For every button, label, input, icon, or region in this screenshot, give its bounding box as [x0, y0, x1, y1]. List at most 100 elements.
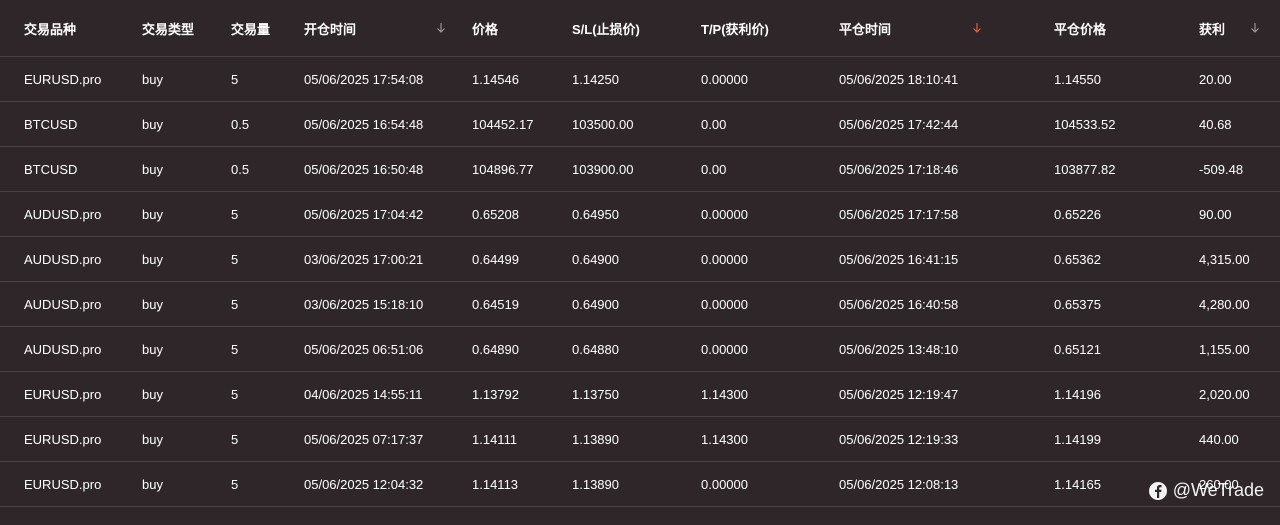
- cell-type: buy: [142, 296, 163, 312]
- cell-close-time: 05/06/2025 17:42:44: [839, 116, 959, 132]
- cell-stop-loss: 0.64900: [572, 251, 619, 267]
- cell-type: buy: [142, 476, 163, 492]
- table-header-row: 交易品种 交易类型 交易量 开仓时间 价格 S/L(止损价) T/P(获利价) …: [0, 0, 1280, 57]
- cell-close-price: 0.65362: [1054, 251, 1101, 267]
- table-row[interactable]: AUDUSD.pro buy 5 05/06/2025 17:04:42 0.65208…: [0, 192, 1280, 237]
- cell-type: buy: [142, 161, 163, 177]
- cell-volume: 0.5: [231, 116, 250, 132]
- cell-open-time: 05/06/2025 16:54:48: [304, 116, 424, 132]
- cell-type: buy: [142, 206, 163, 222]
- header-volume: 交易量: [231, 21, 271, 37]
- table-row[interactable]: AUDUSD.pro buy 5 03/06/2025 17:00:21 0.64499…: [0, 237, 1280, 282]
- table-row[interactable]: BTCUSD buy 0.5 05/06/2025 16:54:48 104452.17…: [0, 102, 1280, 147]
- table-row[interactable]: EURUSD.pro buy 5 04/06/2025 14:55:11 1.13792…: [0, 372, 1280, 417]
- table-row[interactable]: EURUSD.pro buy 5 05/06/2025 12:04:32 1.14113…: [0, 462, 1280, 507]
- cell-volume: 5: [231, 71, 239, 87]
- cell-stop-loss: 1.14250: [572, 71, 619, 87]
- cell-close-price: 0.65375: [1054, 296, 1101, 312]
- cell-open-time: 05/06/2025 17:04:42: [304, 206, 424, 222]
- cell-profit: 40.68: [1199, 116, 1232, 132]
- cell-close-time: 05/06/2025 16:41:15: [839, 251, 959, 267]
- cell-volume: 5: [231, 431, 239, 447]
- header-stop-loss: S/L(止损价): [572, 21, 640, 37]
- cell-type: buy: [142, 386, 163, 402]
- cell-profit: 4,315.00: [1199, 251, 1250, 267]
- header-profit[interactable]: 获利: [1199, 0, 1225, 56]
- cell-close-price: 1.14199: [1054, 431, 1101, 447]
- cell-take-profit: 0.00: [701, 116, 727, 132]
- cell-close-price: 1.14550: [1054, 71, 1101, 87]
- cell-stop-loss: 1.13750: [572, 386, 619, 402]
- table-row[interactable]: AUDUSD.pro buy 5 03/06/2025 15:18:10 0.64519…: [0, 282, 1280, 327]
- header-type: 交易类型: [142, 21, 195, 37]
- cell-symbol: EURUSD.pro: [24, 431, 102, 447]
- watermark-text: @WeTrade: [1172, 480, 1264, 500]
- cell-volume: 5: [231, 341, 239, 357]
- table-row[interactable]: BTCUSD buy 0.5 05/06/2025 16:50:48 104896.77…: [0, 147, 1280, 192]
- cell-price: 1.14546: [472, 71, 519, 87]
- cell-symbol: AUDUSD.pro: [24, 296, 102, 312]
- cell-take-profit: 0.00000: [701, 71, 748, 87]
- cell-symbol: AUDUSD.pro: [24, 341, 102, 357]
- sort-close-time-arrow-icon[interactable]: [972, 0, 982, 56]
- cell-stop-loss: 1.13890: [572, 476, 619, 492]
- header-close-time[interactable]: 平仓时间: [839, 0, 891, 56]
- cell-symbol: BTCUSD: [24, 116, 78, 132]
- cell-close-price: 0.65121: [1054, 341, 1101, 357]
- cell-close-price: 103877.82: [1054, 161, 1116, 177]
- cell-open-time: 05/06/2025 16:50:48: [304, 161, 424, 177]
- cell-type: buy: [142, 251, 163, 267]
- cell-close-price: 1.14165: [1054, 476, 1101, 492]
- cell-price: 0.65208: [472, 206, 519, 222]
- cell-volume: 5: [231, 206, 239, 222]
- cell-symbol: AUDUSD.pro: [24, 251, 102, 267]
- cell-open-time: 05/06/2025 17:54:08: [304, 71, 424, 87]
- cell-price: 104896.77: [472, 161, 534, 177]
- trade-history-table: 交易品种 交易类型 交易量 开仓时间 价格 S/L(止损价) T/P(获利价) …: [0, 0, 1280, 507]
- cell-stop-loss: 103500.00: [572, 116, 634, 132]
- cell-stop-loss: 0.64900: [572, 296, 619, 312]
- cell-take-profit: 0.00000: [701, 476, 748, 492]
- cell-price: 0.64499: [472, 251, 519, 267]
- cell-close-time: 05/06/2025 12:08:13: [839, 476, 959, 492]
- cell-open-time: 03/06/2025 15:18:10: [304, 296, 424, 312]
- table-row[interactable]: EURUSD.pro buy 5 05/06/2025 07:17:37 1.14111…: [0, 417, 1280, 462]
- header-open-time[interactable]: 开仓时间: [304, 0, 356, 56]
- cell-close-time: 05/06/2025 17:18:46: [839, 161, 959, 177]
- cell-profit: 4,280.00: [1199, 296, 1250, 312]
- cell-open-time: 03/06/2025 17:00:21: [304, 251, 424, 267]
- cell-type: buy: [142, 431, 163, 447]
- header-close-price: 平仓价格: [1054, 21, 1107, 37]
- sort-open-time-arrow-icon[interactable]: [436, 0, 446, 56]
- cell-close-price: 1.14196: [1054, 386, 1101, 402]
- cell-type: buy: [142, 71, 163, 87]
- cell-symbol: AUDUSD.pro: [24, 206, 102, 222]
- sort-profit-arrow-icon[interactable]: [1250, 0, 1260, 56]
- cell-volume: 5: [231, 251, 239, 267]
- cell-profit: 90.00: [1199, 206, 1232, 222]
- cell-open-time: 05/06/2025 12:04:32: [304, 476, 424, 492]
- cell-close-time: 05/06/2025 13:48:10: [839, 341, 959, 357]
- cell-volume: 5: [231, 386, 239, 402]
- cell-open-time: 04/06/2025 14:55:11: [304, 386, 423, 402]
- cell-profit: -509.48: [1199, 161, 1244, 177]
- cell-profit: 20.00: [1199, 71, 1232, 87]
- facebook-icon: [1148, 481, 1167, 500]
- header-take-profit: T/P(获利价): [701, 21, 769, 37]
- cell-take-profit: 0.00000: [701, 206, 748, 222]
- cell-close-time: 05/06/2025 16:40:58: [839, 296, 959, 312]
- cell-stop-loss: 0.64950: [572, 206, 619, 222]
- table-row[interactable]: AUDUSD.pro buy 5 05/06/2025 06:51:06 0.64890…: [0, 327, 1280, 372]
- table-row[interactable]: EURUSD.pro buy 5 05/06/2025 17:54:08 1.14546…: [0, 57, 1280, 102]
- cell-symbol: EURUSD.pro: [24, 476, 102, 492]
- cell-stop-loss: 103900.00: [572, 161, 634, 177]
- cell-symbol: BTCUSD: [24, 161, 78, 177]
- header-price: 价格: [472, 21, 499, 37]
- cell-stop-loss: 1.13890: [572, 431, 619, 447]
- cell-open-time: 05/06/2025 07:17:37: [304, 431, 424, 447]
- cell-close-time: 05/06/2025 18:10:41: [839, 71, 959, 87]
- cell-price: 1.14113: [472, 476, 519, 492]
- cell-price: 0.64890: [472, 341, 519, 357]
- cell-close-time: 05/06/2025 17:17:58: [839, 206, 959, 222]
- cell-close-price: 0.65226: [1054, 206, 1101, 222]
